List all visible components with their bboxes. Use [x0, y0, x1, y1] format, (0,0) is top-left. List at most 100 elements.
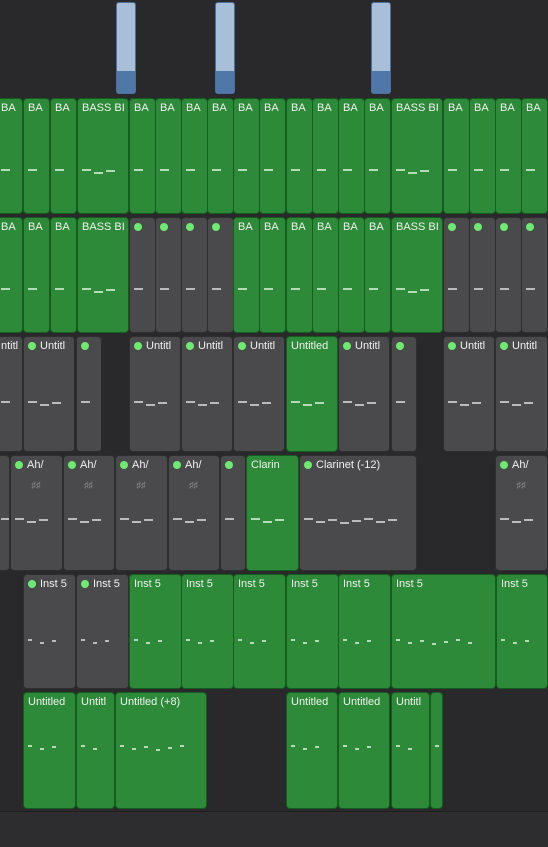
midi-region[interactable]: BA — [0, 217, 23, 333]
track-lane-7[interactable]: Untitled Untitl Untitled (+8) Untitled Untit… — [0, 690, 548, 812]
midi-region[interactable]: Inst 5 — [76, 574, 129, 689]
audio-region[interactable] — [116, 2, 136, 94]
midi-region[interactable]: Untitled — [338, 692, 390, 809]
midi-region[interactable]: Inst 5 — [391, 574, 496, 689]
midi-region[interactable]: BA — [155, 98, 182, 214]
midi-region[interactable]: Inst 5 — [338, 574, 391, 689]
region-label-text: Inst 5 — [134, 578, 161, 590]
midi-region[interactable] — [495, 217, 522, 333]
midi-region[interactable] — [391, 336, 417, 452]
midi-region[interactable]: Untitled — [23, 692, 76, 809]
loop-status-icon — [173, 461, 181, 469]
midi-region[interactable]: Ah/ ♯♯ — [495, 455, 548, 571]
region-label — [225, 459, 237, 472]
track-lane-4[interactable]: ntitl Untitl Untitl Untitl Untitl Untitled Unt… — [0, 334, 548, 454]
track-lane-5[interactable]: Ah/ ♯♯ Ah/ ♯♯ Ah/ ♯♯ Ah/ ♯♯ Clarin Clarinet (-12)… — [0, 453, 548, 573]
region-label: BA — [317, 102, 332, 115]
midi-region[interactable] — [155, 217, 182, 333]
midi-region[interactable]: Untitl — [391, 692, 430, 809]
midi-region[interactable] — [443, 217, 470, 333]
midi-region[interactable]: BA — [50, 98, 77, 214]
midi-region[interactable]: BA — [521, 98, 548, 214]
midi-region[interactable] — [129, 217, 156, 333]
midi-region[interactable]: Ah/ ♯♯ — [168, 455, 220, 571]
midi-region[interactable]: Clarinet (-12) — [299, 455, 417, 571]
midi-region[interactable]: Untitled (+8) — [115, 692, 207, 809]
midi-region[interactable]: BA — [23, 98, 50, 214]
midi-region[interactable]: Untitled — [286, 336, 338, 452]
midi-region[interactable]: BA — [233, 98, 260, 214]
loop-status-icon — [343, 342, 351, 350]
midi-region[interactable]: BA — [312, 217, 339, 333]
midi-region[interactable]: Ah/ ♯♯ — [115, 455, 168, 571]
region-label: Untitled — [291, 340, 328, 353]
midi-region[interactable]: BA — [0, 98, 23, 214]
note-mark — [52, 402, 61, 404]
midi-region[interactable]: Untitl — [181, 336, 233, 452]
region-label: Ah/ — [68, 459, 97, 472]
midi-region[interactable]: Untitl — [495, 336, 548, 452]
midi-region[interactable] — [0, 455, 10, 571]
midi-region[interactable]: BASS BI — [391, 98, 443, 214]
midi-region[interactable]: BA — [495, 98, 522, 214]
sharp-marker-icon: ♯♯ — [136, 480, 146, 490]
note-mark — [355, 642, 359, 644]
midi-region[interactable]: BA — [207, 98, 234, 214]
note-mark — [367, 402, 376, 404]
midi-region[interactable]: Untitl — [23, 336, 75, 452]
midi-region[interactable]: Untitl — [76, 692, 115, 809]
midi-region[interactable]: Ah/ ♯♯ — [63, 455, 115, 571]
track-lane-6[interactable]: Inst 5 Inst 5 Inst 5 Inst 5 Inst 5 Inst 5 Inst… — [0, 572, 548, 691]
midi-region[interactable] — [469, 217, 496, 333]
track-lane-3[interactable]: BA BA BA BASS BI BA BA BA BA BA BA BASS BI — [0, 215, 548, 335]
midi-region[interactable]: BA — [233, 217, 260, 333]
track-lane-1[interactable] — [0, 0, 548, 97]
midi-region[interactable]: BA — [469, 98, 496, 214]
midi-region[interactable]: Untitled — [286, 692, 338, 809]
midi-region[interactable]: ntitl — [0, 336, 23, 452]
midi-region[interactable]: Untitl — [129, 336, 181, 452]
midi-region[interactable]: Untitl — [338, 336, 390, 452]
midi-region[interactable]: Inst 5 — [233, 574, 286, 689]
midi-region[interactable]: BA — [338, 217, 365, 333]
midi-region[interactable]: BA — [364, 217, 391, 333]
midi-region[interactable]: BA — [259, 98, 286, 214]
midi-region[interactable]: BA — [364, 98, 391, 214]
midi-region[interactable] — [181, 217, 208, 333]
midi-region[interactable]: Inst 5 — [286, 574, 339, 689]
midi-region[interactable]: BA — [129, 98, 156, 214]
midi-region[interactable]: BA — [312, 98, 339, 214]
midi-region[interactable] — [207, 217, 234, 333]
midi-region[interactable]: Untitl — [443, 336, 495, 452]
midi-region[interactable]: Untitl — [233, 336, 285, 452]
region-label: Untitled — [343, 696, 380, 709]
audio-region[interactable] — [371, 2, 391, 94]
waveform — [216, 71, 234, 93]
audio-region[interactable] — [215, 2, 235, 94]
midi-region[interactable]: BA — [286, 98, 313, 214]
midi-region[interactable]: Inst 5 — [181, 574, 234, 689]
midi-region[interactable]: BASS BI — [77, 217, 129, 333]
region-label: Untitl — [81, 696, 106, 709]
midi-region[interactable]: BA — [259, 217, 286, 333]
midi-region[interactable]: Inst 5 — [496, 574, 548, 689]
midi-region[interactable]: BASS BI — [77, 98, 129, 214]
midi-region[interactable]: Inst 5 — [129, 574, 182, 689]
midi-region[interactable]: BA — [286, 217, 313, 333]
midi-region[interactable] — [521, 217, 548, 333]
midi-region[interactable] — [220, 455, 246, 571]
region-label-text: Untitl — [396, 696, 422, 708]
midi-region[interactable]: BA — [50, 217, 77, 333]
track-lane-2[interactable]: BA BA BA BASS BI BA BA BA BA BA BA BA BA BA BA BASS BI… — [0, 96, 548, 216]
midi-region[interactable] — [76, 336, 102, 452]
midi-region[interactable]: BA — [23, 217, 50, 333]
note-mark — [132, 748, 136, 750]
midi-region[interactable]: BA — [181, 98, 208, 214]
midi-region[interactable]: Ah/ ♯♯ — [10, 455, 63, 571]
midi-region[interactable]: Inst 5 — [23, 574, 76, 689]
midi-region[interactable]: BA — [443, 98, 470, 214]
midi-region[interactable]: BA — [338, 98, 365, 214]
midi-region[interactable]: BASS BI — [391, 217, 443, 333]
midi-region[interactable]: Clarin — [246, 455, 299, 571]
midi-region[interactable] — [430, 692, 443, 809]
